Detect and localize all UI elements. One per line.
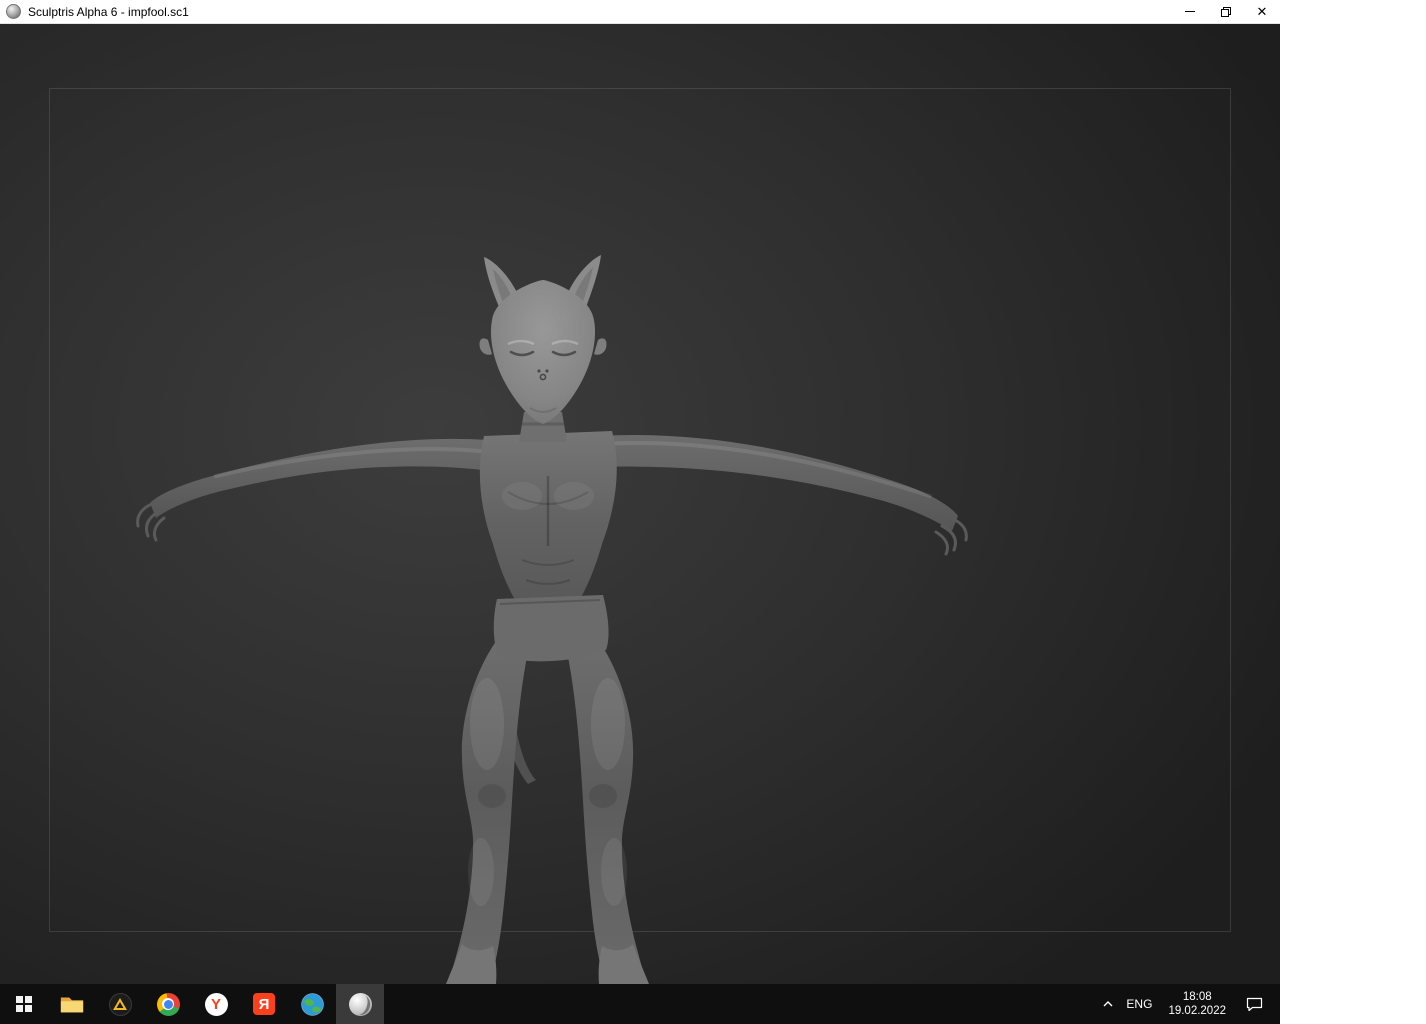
sculptris-sphere-icon xyxy=(6,4,21,19)
sculptris-app-window: Sculptris Alpha 6 - impfool.sc1 ✕ Y Я EN… xyxy=(0,0,1280,1024)
close-button[interactable]: ✕ xyxy=(1244,0,1280,24)
chevron-up-icon xyxy=(1103,1001,1113,1007)
titlebar: Sculptris Alpha 6 - impfool.sc1 ✕ xyxy=(0,0,1280,24)
restore-icon xyxy=(1221,6,1231,17)
tray-show-hidden-icons[interactable] xyxy=(1096,984,1120,1024)
tray-language-indicator[interactable]: ENG xyxy=(1120,984,1158,1024)
window-title: Sculptris Alpha 6 - impfool.sc1 xyxy=(28,4,189,19)
imp-model-tpose xyxy=(136,255,968,984)
folder-icon xyxy=(60,997,84,1013)
minimize-button[interactable] xyxy=(1172,0,1208,24)
tray-time: 18:08 xyxy=(1182,991,1212,1003)
globe-icon xyxy=(300,992,324,1016)
taskbar: Y Я ENG 18:08 19.02.2022 xyxy=(0,984,1280,1024)
tray-date: 19.02.2022 xyxy=(1168,1005,1226,1017)
close-icon: ✕ xyxy=(1256,4,1268,19)
taskbar-item-chrome[interactable] xyxy=(144,984,192,1024)
dark-circle-yellow-triangle-icon xyxy=(108,992,132,1016)
start-button[interactable] xyxy=(0,984,48,1024)
tray-clock[interactable]: 18:08 19.02.2022 xyxy=(1158,990,1236,1018)
sculpt-viewport[interactable] xyxy=(0,24,1280,984)
tray-notification-button[interactable] xyxy=(1236,984,1272,1024)
chrome-icon xyxy=(156,992,180,1016)
taskbar-item-sculptris[interactable] xyxy=(336,984,384,1024)
taskbar-item-globe-app[interactable] xyxy=(288,984,336,1024)
system-tray: ENG 18:08 19.02.2022 xyxy=(1096,984,1280,1024)
windows-logo-icon xyxy=(16,996,32,1012)
taskbar-item-file-explorer[interactable] xyxy=(48,984,96,1024)
yandex-ya-icon: Я xyxy=(253,993,275,1015)
comment-bubble-icon xyxy=(1246,997,1262,1012)
restore-button[interactable] xyxy=(1208,0,1244,24)
window-controls: ✕ xyxy=(1172,0,1280,24)
yandex-y-icon: Y xyxy=(204,992,228,1016)
taskbar-item-yandex-browser[interactable]: Y xyxy=(192,984,240,1024)
taskbar-item-yandex-app[interactable]: Я xyxy=(240,984,288,1024)
taskbar-item-dark-app[interactable] xyxy=(96,984,144,1024)
sculptris-sphere-icon xyxy=(348,992,372,1016)
minimize-icon xyxy=(1185,11,1195,12)
